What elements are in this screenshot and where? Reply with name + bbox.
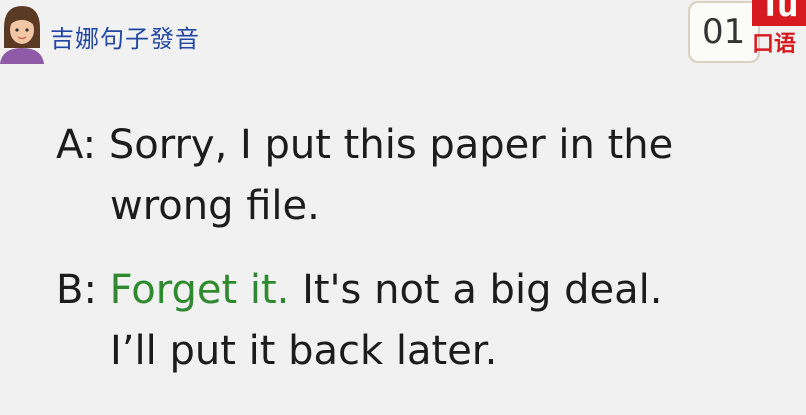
speaker-a: A: [56, 122, 97, 168]
dialogue-a-text-2: wrong file. [110, 183, 320, 229]
dialogue-b-text-2: I’ll put it back later. [110, 328, 498, 374]
speaker-b: B: [56, 267, 97, 313]
dialogue-b-line-1: B: Forget it. It's not a big deal. [56, 270, 663, 310]
header-bar: 吉娜句子發音 01 Tu 口语 [0, 0, 806, 72]
lesson-badge: 01 [688, 1, 760, 63]
person-avatar-icon [0, 6, 44, 64]
logo-red-text: Tu [760, 0, 799, 24]
brand-title: 吉娜句子發音 [50, 25, 200, 53]
highlighted-phrase: Forget it. [109, 267, 290, 313]
dialogue-a-line-2: wrong file. [110, 186, 320, 226]
dialogue-a-text-1: Sorry, I put this paper in the [108, 122, 674, 168]
lesson-number: 01 [702, 12, 746, 52]
logo-red-block: Tu [752, 0, 806, 26]
logo-sub-text: 口语 [752, 32, 797, 57]
dialogue-b-text-1: It's not a big deal. [302, 267, 663, 313]
dialogue-b-line-2: I’ll put it back later. [110, 331, 497, 371]
dialogue-a-line-1: A: Sorry, I put this paper in the [56, 125, 673, 165]
